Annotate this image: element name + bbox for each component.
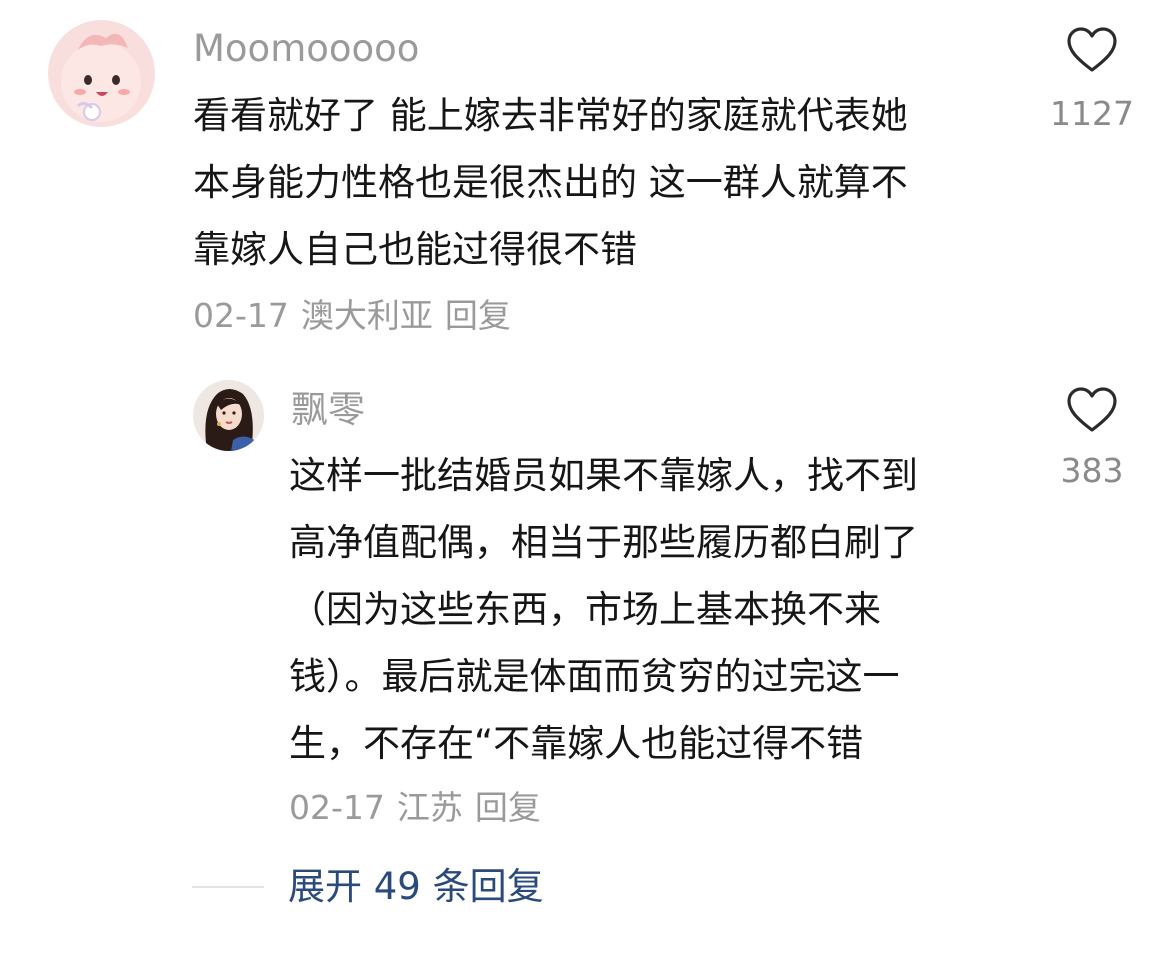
comment-meta: 02-17 澳大利亚 回复 xyxy=(193,296,523,336)
text-truncation-fade xyxy=(910,708,970,748)
avatar[interactable] xyxy=(48,20,155,127)
comment-text-line: 看看就好了 能上嫁去非常好的家庭就代表她 xyxy=(193,94,908,137)
reply-button[interactable]: 回复 xyxy=(445,296,511,335)
comment-text-line: 靠嫁人自己也能过得很不错 xyxy=(193,228,637,271)
comment-date: 02-17 xyxy=(289,788,385,827)
comment-text: 看看就好了 能上嫁去非常好的家庭就代表她 本身能力性格也是很杰出的 这一群人就算… xyxy=(193,82,1013,283)
comment-text-line: 高净值配偶，相当于那些履历都白刷了 xyxy=(289,521,918,564)
comment-text-line: 这样一批结婚员如果不靠嫁人，找不到 xyxy=(289,454,918,497)
divider xyxy=(192,886,264,888)
comment-top-level: Moomooooo 看看就好了 能上嫁去非常好的家庭就代表她 本身能力性格也是很… xyxy=(0,0,1170,350)
expand-replies-button[interactable]: 展开 49 条回复 xyxy=(192,862,544,912)
comment-reply: 飘零 这样一批结婚员如果不靠嫁人，找不到 高净值配偶，相当于那些履历都白刷了 （… xyxy=(0,350,1170,850)
username[interactable]: Moomooooo xyxy=(193,27,419,71)
like-button[interactable]: 1127 xyxy=(1050,26,1134,134)
comment-text-line: 本身能力性格也是很杰出的 这一群人就算不 xyxy=(193,161,908,204)
illustrated-woman-avatar-icon xyxy=(193,380,264,451)
comment-date: 02-17 xyxy=(193,296,289,335)
comment-text-line: （因为这些东西，市场上基本换不来 xyxy=(289,588,881,631)
comment-text-line: 钱）。最后就是体面而贫穷的过完这一 xyxy=(289,655,900,698)
heart-icon xyxy=(1067,387,1117,432)
pink-cartoon-avatar-icon xyxy=(48,20,155,127)
comment-meta: 02-17 江苏 回复 xyxy=(289,788,553,828)
avatar[interactable] xyxy=(193,380,264,451)
comment-text: 这样一批结婚员如果不靠嫁人，找不到 高净值配偶，相当于那些履历都白刷了 （因为这… xyxy=(289,442,1009,777)
comment-location: 澳大利亚 xyxy=(300,296,433,335)
username[interactable]: 飘零 xyxy=(291,388,365,432)
expand-replies-label: 展开 49 条回复 xyxy=(288,865,544,908)
comment-location: 江苏 xyxy=(396,788,463,827)
like-count: 383 xyxy=(1060,451,1124,490)
like-button[interactable]: 383 xyxy=(1050,386,1134,491)
comment-text-line: 生，不存在“不靠嫁人也能过得不错 xyxy=(289,722,864,765)
like-count: 1127 xyxy=(1050,94,1134,133)
reply-button[interactable]: 回复 xyxy=(475,788,541,827)
heart-icon xyxy=(1067,27,1117,72)
